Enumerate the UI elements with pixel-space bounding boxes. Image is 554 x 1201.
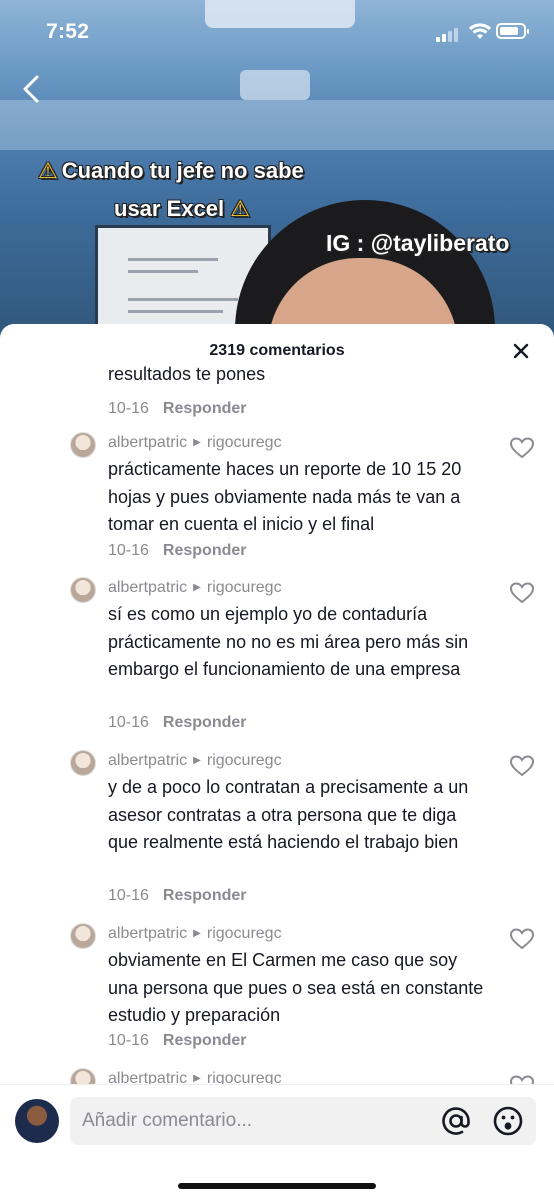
comment-username[interactable]: albertpatric — [108, 752, 187, 769]
battery-icon — [496, 23, 529, 39]
comment-reply-to[interactable]: rigocuregc — [207, 925, 282, 942]
reply-button[interactable]: Responder — [163, 542, 247, 559]
like-heart-icon[interactable] — [509, 581, 535, 605]
status-time: 7:52 — [46, 20, 90, 43]
comment-footer: 10-16 Responder — [108, 714, 247, 732]
comment-text: obviamente en El Carmen me caso que soy … — [108, 950, 484, 1025]
comment-item-partial: resultados te pones 10-16 Responder — [0, 366, 554, 422]
reply-button[interactable]: Responder — [163, 1032, 247, 1049]
comment-avatar[interactable] — [70, 923, 96, 949]
comments-sheet: 2319 comentarios resultados te pones 10-… — [0, 324, 554, 1200]
comment-username[interactable]: albertpatric — [108, 1070, 187, 1084]
video-caption-line1: ⚠ Cuando tu jefe no sabe — [38, 158, 304, 183]
comment-meta: albertpatric ▶ rigocuregc — [108, 1070, 282, 1084]
comment-input-placeholder: Añadir comentario... — [82, 1110, 253, 1131]
comment-username[interactable]: albertpatric — [108, 579, 187, 596]
comment-date: 10-16 — [108, 400, 149, 417]
warning-icon: ⚠ — [230, 196, 250, 221]
close-icon[interactable] — [510, 340, 532, 362]
comment-footer: 10-16 Responder — [108, 1032, 247, 1050]
comment-meta: albertpatric ▶ rigocuregc — [108, 925, 282, 943]
emoji-icon[interactable] — [492, 1105, 524, 1137]
video-handle-caption: IG : @tayliberato — [326, 230, 510, 256]
reply-button[interactable]: Responder — [163, 714, 247, 731]
warning-icon: ⚠ — [38, 158, 58, 183]
comment-date: 10-16 — [108, 714, 149, 731]
back-chevron-icon[interactable] — [20, 74, 44, 104]
comment-meta: albertpatric ▶ rigocuregc — [108, 579, 282, 597]
comment-username[interactable]: albertpatric — [108, 434, 187, 451]
comment-date: 10-16 — [108, 887, 149, 904]
wifi-icon — [469, 23, 491, 39]
comment-date: 10-16 — [108, 1032, 149, 1049]
comment-meta: albertpatric ▶ rigocuregc — [108, 752, 282, 770]
comment-input[interactable]: Añadir comentario... — [70, 1097, 536, 1145]
comments-count-title: 2319 comentarios — [209, 342, 345, 359]
reply-arrow-icon: ▶ — [193, 928, 201, 939]
comment-text: prácticamente haces un reporte de 10 15 … — [108, 459, 462, 534]
comment-text: y de a poco lo contratan a precisamente … — [108, 777, 469, 852]
reply-arrow-icon: ▶ — [193, 755, 201, 766]
video-caption-line2: usar Excel ⚠ — [114, 196, 250, 221]
comment-avatar[interactable] — [70, 750, 96, 776]
like-heart-icon[interactable] — [509, 436, 535, 460]
home-indicator — [178, 1183, 376, 1189]
reply-arrow-icon: ▶ — [193, 582, 201, 593]
reply-arrow-icon: ▶ — [193, 437, 201, 448]
reply-button[interactable]: Responder — [163, 887, 247, 904]
comment-item: albertpatric ▶ rigocuregc y de a poco lo c… — [0, 746, 554, 916]
comment-text: sí es como un ejemplo yo de contaduría p… — [108, 604, 469, 679]
comment-footer: 10-16 Responder — [108, 887, 247, 905]
reply-arrow-icon: ▶ — [193, 1073, 201, 1084]
comment-item: albertpatric ▶ rigocuregc prácticamente ha… — [0, 428, 554, 568]
ceiling-band — [0, 100, 554, 150]
comment-footer: 10-16 Responder — [108, 400, 247, 418]
comment-footer: 10-16 Responder — [108, 542, 247, 560]
like-heart-icon[interactable] — [509, 927, 535, 951]
comment-reply-to[interactable]: rigocuregc — [207, 434, 282, 451]
comment-text: resultados te pones — [108, 366, 266, 384]
comments-list[interactable]: resultados te pones 10-16 Responder alber… — [0, 366, 554, 1084]
comment-reply-to[interactable]: rigocuregc — [207, 579, 282, 596]
like-heart-icon[interactable] — [509, 1074, 535, 1084]
cellular-signal-icon — [436, 26, 462, 42]
comment-input-bar: Añadir comentario... — [0, 1084, 554, 1201]
comment-item: albertpatric ▶ rigocuregc obviamente en El… — [0, 919, 554, 1064]
reply-button[interactable]: Responder — [163, 400, 247, 417]
comment-avatar[interactable] — [70, 1068, 96, 1084]
comment-item: albertpatric ▶ rigocuregc — [0, 1064, 554, 1084]
status-bar: 7:52 — [0, 0, 554, 64]
mention-at-icon[interactable] — [440, 1105, 472, 1137]
comment-item: albertpatric ▶ rigocuregc sí es como un ej… — [0, 573, 554, 743]
comment-meta: albertpatric ▶ rigocuregc — [108, 434, 282, 452]
comment-avatar[interactable] — [70, 432, 96, 458]
comment-avatar[interactable] — [70, 577, 96, 603]
current-user-avatar — [15, 1099, 59, 1143]
like-heart-icon[interactable] — [509, 754, 535, 778]
ceiling-lamp — [240, 70, 310, 100]
comment-reply-to[interactable]: rigocuregc — [207, 752, 282, 769]
comment-username[interactable]: albertpatric — [108, 925, 187, 942]
comment-reply-to[interactable]: rigocuregc — [207, 1070, 282, 1084]
comment-date: 10-16 — [108, 542, 149, 559]
